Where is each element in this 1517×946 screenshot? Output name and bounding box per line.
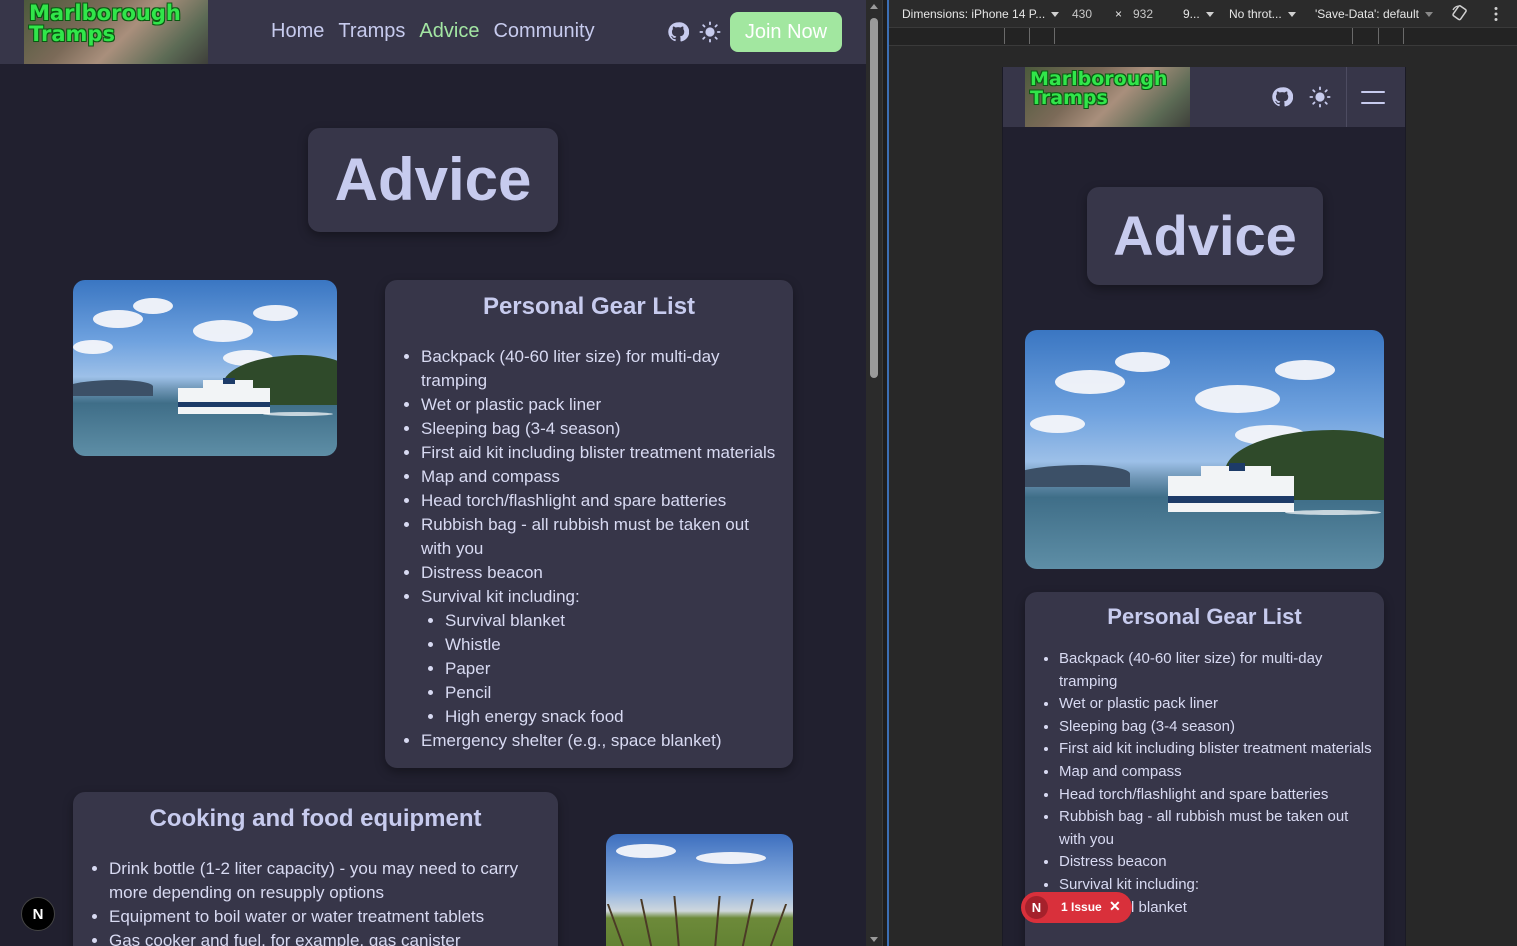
ferry-photo bbox=[73, 280, 337, 456]
survival-kit-label: Survival kit including: bbox=[1059, 875, 1200, 893]
nextjs-issues-pill[interactable]: N 1 Issue ✕ bbox=[1021, 892, 1132, 923]
list-item: Pencil bbox=[445, 681, 781, 705]
top-nav: Marlborough Tramps Home Tramps Advice Co… bbox=[0, 0, 866, 64]
page-scrollbar[interactable] bbox=[866, 0, 882, 946]
mobile-gear-title: Personal Gear List bbox=[1107, 604, 1302, 629]
list-item: Whistle bbox=[445, 633, 781, 657]
sun-icon[interactable] bbox=[1309, 86, 1331, 108]
close-icon[interactable]: ✕ bbox=[1109, 898, 1121, 915]
vineyard-photo bbox=[606, 834, 793, 946]
list-item: Emergency shelter (e.g., space blanket) bbox=[421, 729, 781, 753]
cooking-title: Cooking and food equipment bbox=[149, 805, 482, 832]
list-item: First aid kit including blister treatmen… bbox=[1059, 738, 1375, 761]
throttle-select[interactable]: No throt... bbox=[1229, 7, 1296, 21]
height-field[interactable]: 932 bbox=[1133, 7, 1153, 21]
mobile-page-title: Advice bbox=[1087, 187, 1323, 285]
width-field[interactable]: 430 bbox=[1072, 7, 1092, 21]
times-sign: × bbox=[1115, 7, 1123, 21]
more-options-icon[interactable] bbox=[1493, 6, 1499, 22]
scroll-down-icon[interactable] bbox=[870, 937, 878, 942]
mobile-site-logo[interactable]: Marlborough Tramps bbox=[1025, 67, 1190, 127]
list-item: Sleeping bag (3-4 season) bbox=[1059, 716, 1375, 739]
list-item: Distress beacon bbox=[1059, 851, 1375, 874]
github-icon[interactable] bbox=[1271, 86, 1293, 108]
github-icon[interactable] bbox=[667, 21, 689, 43]
media-query-ruler[interactable] bbox=[889, 28, 1517, 46]
list-item: Survival blanket bbox=[445, 609, 781, 633]
menu-icon[interactable] bbox=[1361, 91, 1385, 105]
gear-title: Personal Gear List bbox=[482, 293, 696, 320]
survival-kit-label: Survival kit including: bbox=[421, 587, 580, 606]
join-now-button[interactable]: Join Now bbox=[730, 12, 842, 52]
desktop-viewport: Marlborough Tramps Home Tramps Advice Co… bbox=[0, 0, 866, 946]
survival-kit-list: Survival blanket Whistle Paper Pencil Hi… bbox=[445, 609, 781, 729]
nav-links: Home Tramps Advice Community bbox=[271, 20, 595, 43]
list-item: First aid kit including blister treatmen… bbox=[421, 441, 781, 465]
nav-separator bbox=[1346, 67, 1347, 127]
nav-advice-link[interactable]: Advice bbox=[419, 20, 479, 43]
nav-home-link[interactable]: Home bbox=[271, 20, 324, 43]
zoom-select[interactable]: 9... bbox=[1183, 7, 1214, 21]
scroll-up-icon[interactable] bbox=[870, 4, 878, 9]
list-item: Map and compass bbox=[1059, 761, 1375, 784]
save-data-select[interactable]: 'Save-Data': default bbox=[1315, 7, 1433, 21]
nextjs-badge[interactable]: N bbox=[21, 897, 55, 931]
list-item: Head torch/flashlight and spare batterie… bbox=[1059, 784, 1375, 807]
nextjs-logo-icon: N bbox=[1025, 896, 1048, 919]
list-item: Wet or plastic pack liner bbox=[421, 393, 781, 417]
device-select[interactable]: Dimensions: iPhone 14 P... bbox=[902, 7, 1060, 21]
list-item: Distress beacon bbox=[421, 561, 781, 585]
mobile-nav: Marlborough Tramps bbox=[1003, 67, 1405, 127]
site-logo[interactable]: Marlborough Tramps bbox=[24, 0, 208, 64]
logo-line-1: Marlborough bbox=[29, 1, 181, 25]
mobile-viewport: Marlborough Tramps Advice Personal Gear … bbox=[1002, 67, 1406, 946]
scroll-thumb[interactable] bbox=[870, 18, 878, 378]
list-item: Wet or plastic pack liner bbox=[1059, 693, 1375, 716]
list-item: Backpack (40-60 liter size) for multi-da… bbox=[1059, 648, 1375, 693]
list-item: High energy snack food bbox=[445, 705, 781, 729]
list-item: Gas cooker and fuel, for example, gas ca… bbox=[109, 929, 539, 946]
list-item: Rubbish bag - all rubbish must be taken … bbox=[1059, 806, 1375, 851]
logo-line-2: Tramps bbox=[29, 22, 115, 47]
device-toolbar: Dimensions: iPhone 14 P... 430 × 932 9..… bbox=[889, 0, 1517, 28]
nav-tramps-link[interactable]: Tramps bbox=[338, 20, 405, 43]
logo-line-2: Tramps bbox=[1030, 87, 1108, 110]
sun-icon[interactable] bbox=[699, 21, 721, 43]
list-item: Equipment to boil water or water treatme… bbox=[109, 905, 539, 929]
list-item: Head torch/flashlight and spare batterie… bbox=[421, 489, 781, 513]
gear-card: Personal Gear List Backpack (40-60 liter… bbox=[385, 280, 793, 768]
cooking-card: Cooking and food equipment Drink bottle … bbox=[73, 792, 558, 946]
list-item: Rubbish bag - all rubbish must be taken … bbox=[421, 513, 781, 561]
list-item: Survival kit including: Survival blanket… bbox=[421, 585, 781, 729]
list-item: Paper bbox=[445, 657, 781, 681]
mobile-ferry-photo bbox=[1025, 330, 1384, 569]
mobile-gear-list: Backpack (40-60 liter size) for multi-da… bbox=[1059, 648, 1375, 919]
rotate-icon[interactable] bbox=[1451, 4, 1469, 22]
cooking-list: Drink bottle (1-2 liter capacity) - you … bbox=[109, 857, 539, 946]
browser-window: Marlborough Tramps Home Tramps Advice Co… bbox=[0, 0, 1517, 946]
list-item: Sleeping bag (3-4 season) bbox=[421, 417, 781, 441]
list-item: Map and compass bbox=[421, 465, 781, 489]
page-title: Advice bbox=[308, 128, 558, 232]
nav-community-link[interactable]: Community bbox=[493, 20, 594, 43]
gear-list: Backpack (40-60 liter size) for multi-da… bbox=[421, 345, 781, 753]
issue-count[interactable]: 1 Issue bbox=[1061, 900, 1102, 914]
list-item: Backpack (40-60 liter size) for multi-da… bbox=[421, 345, 781, 393]
list-item: Drink bottle (1-2 liter capacity) - you … bbox=[109, 857, 539, 905]
